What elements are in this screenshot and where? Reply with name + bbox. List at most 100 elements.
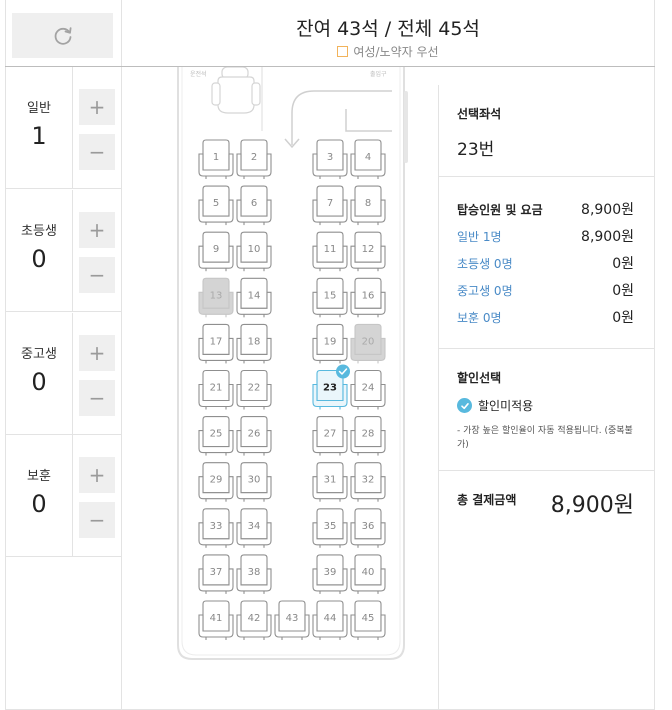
seat-3[interactable]: 3 [312,139,348,179]
fare-row: 일반 1명 8,900원 [457,226,634,246]
decrease-elementary-button[interactable]: − [79,257,115,293]
seat-1[interactable]: 1 [198,139,234,179]
seat-number: 43 [286,613,299,624]
decrease-veteran-button[interactable]: − [79,502,115,538]
seat-number: 34 [248,521,261,532]
seat-number: 6 [251,198,257,209]
seat-34[interactable]: 34 [236,508,272,548]
seat-10[interactable]: 10 [236,231,272,272]
seat-26[interactable]: 26 [236,416,272,456]
decrease-general-button[interactable]: − [79,134,115,170]
seat-23[interactable]: 23 [312,364,350,410]
seat-41[interactable]: 41 [198,600,234,640]
seat-number: 7 [327,198,333,209]
fare-title: 탑승인원 및 요금 [457,202,543,217]
seat-21[interactable]: 21 [198,369,234,410]
discount-section: 할인선택 할인미적용 - 가장 높은 할인율이 자동 적용됩니다. (중복불가) [439,349,654,471]
plus-icon: + [88,95,106,119]
seat-14[interactable]: 14 [236,277,272,318]
seat-40[interactable]: 40 [350,554,386,594]
payment-title: 총 결제금액 [457,493,517,507]
seat-15[interactable]: 15 [312,277,348,318]
passenger-divider [72,435,73,556]
seat-4[interactable]: 4 [350,139,386,179]
passenger-count: 0 [31,245,47,273]
seat-7[interactable]: 7 [312,185,348,226]
seat-number: 11 [324,244,337,255]
seat-32[interactable]: 32 [350,462,386,502]
seat-35[interactable]: 35 [312,508,348,548]
seat-number: 15 [324,290,337,301]
refresh-button[interactable] [12,13,113,58]
seat-43[interactable]: 43 [274,600,310,640]
discount-option[interactable]: 할인미적용 [457,397,533,414]
seat-18[interactable]: 18 [236,323,272,364]
seat-map-canvas: 운전석 출입구 1 2 3 45 6 7 89 10 11 1213 14 15 1617 18 19 202… [177,67,408,660]
fare-row: 초등생 0명 0원 [457,253,634,273]
seat-number: 21 [210,383,223,394]
seats-group: 1 2 3 45 6 7 89 10 11 1213 14 15 1617 18 19 2021 22 23 242… [198,139,386,640]
increase-elementary-button[interactable]: + [79,212,115,248]
seat-number: 45 [362,613,375,624]
fare-total: 8,900원 [581,202,634,218]
seat-38[interactable]: 38 [236,554,272,594]
seat-25[interactable]: 25 [198,416,234,456]
minus-icon: − [88,140,106,164]
seat-number: 41 [210,613,223,624]
seat-17[interactable]: 17 [198,323,234,364]
seat-2[interactable]: 2 [236,139,272,179]
selected-check-icon [336,364,350,379]
seat-number: 16 [362,290,375,301]
seat-39[interactable]: 39 [312,554,348,594]
seat-44[interactable]: 44 [312,600,348,640]
fare-row: 중고생 0명 0원 [457,280,634,300]
door-label: 출입구 [370,70,387,78]
seat-number: 26 [248,429,261,440]
decrease-student-button[interactable]: − [79,380,115,416]
passenger-type-label: 일반 [27,101,51,116]
seat-27[interactable]: 27 [312,416,348,456]
selected-seat-section: 선택좌석 23번 [439,85,654,177]
seat-8[interactable]: 8 [350,185,386,226]
seat-5[interactable]: 5 [198,185,234,226]
seat-28[interactable]: 28 [350,416,386,456]
increase-veteran-button[interactable]: + [79,457,115,493]
seat-42[interactable]: 42 [236,600,272,640]
seat-number: 35 [324,521,337,532]
seat-12[interactable]: 12 [350,231,386,272]
passenger-type-label: 초등생 [21,224,57,239]
seat-36[interactable]: 36 [350,508,386,548]
seat-24[interactable]: 24 [350,369,386,410]
priority-legend: 여성/노약자 우선 [122,43,654,60]
seat-29[interactable]: 29 [198,462,234,502]
seat-22[interactable]: 22 [236,369,272,410]
seat-number: 29 [210,475,223,486]
selected-seat-title: 선택좌석 [457,107,502,121]
fare-row-label: 중고생 0명 [457,283,513,298]
seat-number: 28 [362,429,375,440]
seat-37[interactable]: 37 [198,554,234,594]
minus-icon: − [88,508,106,532]
seat-6[interactable]: 6 [236,185,272,226]
seat-9[interactable]: 9 [198,231,234,272]
seat-45[interactable]: 45 [350,600,386,640]
fare-row-label: 보훈 0명 [457,310,502,325]
seat-number: 19 [324,336,337,347]
seat-number: 40 [362,567,375,578]
increase-general-button[interactable]: + [79,89,115,125]
seat-30[interactable]: 30 [236,462,272,502]
seat-33[interactable]: 33 [198,508,234,548]
passenger-student: 중고생 0 + − [6,313,121,435]
seat-31[interactable]: 31 [312,462,348,502]
increase-student-button[interactable]: + [79,335,115,371]
passenger-veteran: 보훈 0 + − [6,435,121,557]
seat-11[interactable]: 11 [312,231,348,272]
seat-16[interactable]: 16 [350,277,386,318]
seat-number: 27 [324,429,337,440]
seat-19[interactable]: 19 [312,323,348,364]
seat-number: 32 [362,475,375,486]
priority-legend-label: 여성/노약자 우선 [353,45,439,59]
seat-number: 44 [324,613,337,624]
seat-number: 30 [248,475,261,486]
passenger-count: 0 [31,368,47,396]
